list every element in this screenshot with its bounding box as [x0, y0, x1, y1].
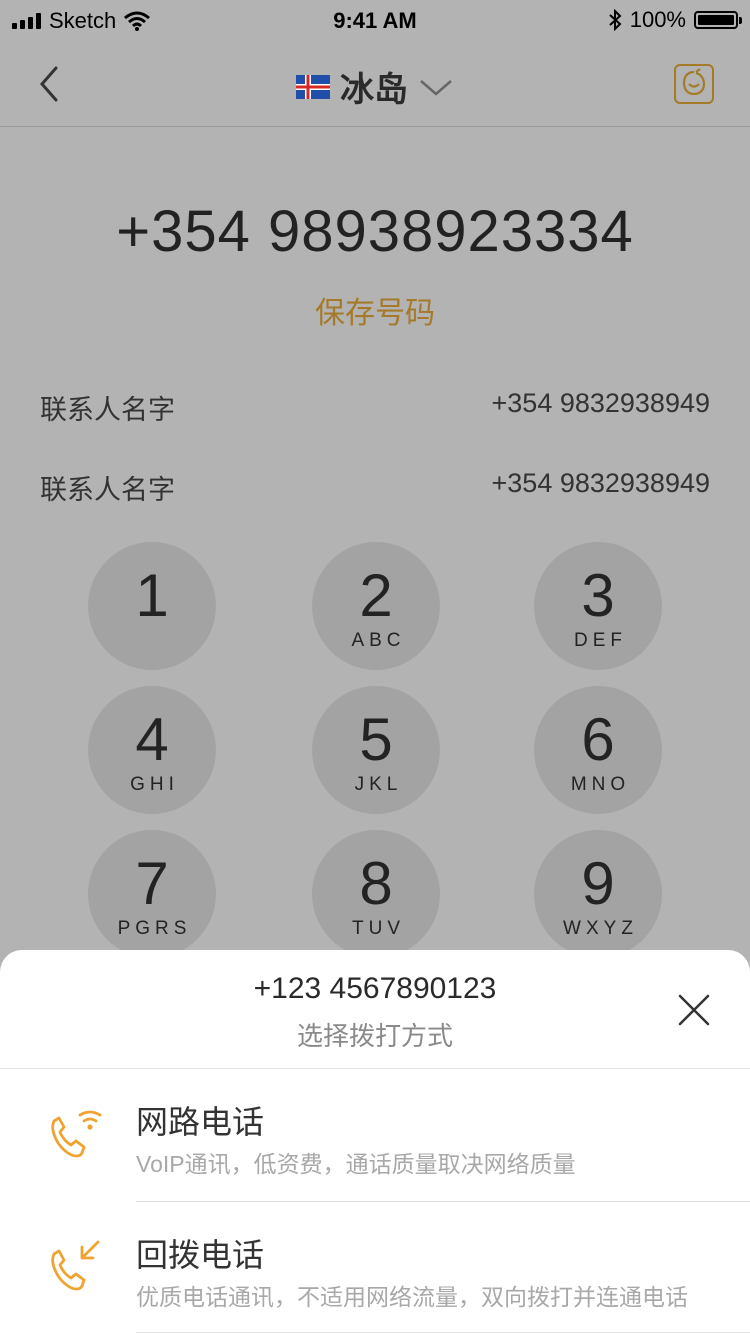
iceland-flag-icon	[296, 74, 330, 99]
voip-phone-icon	[51, 1110, 102, 1158]
keypad-key-2[interactable]: 2 ABC	[312, 542, 440, 670]
key-letters: JKL	[354, 774, 403, 795]
key-digit: 5	[359, 706, 393, 773]
key-digit: 9	[581, 850, 615, 917]
key-letters: GHI	[130, 774, 179, 795]
smile-bubble-icon	[682, 68, 706, 96]
key-letters: PGRS	[117, 918, 192, 939]
key-digit: 6	[581, 706, 615, 773]
option-callback[interactable]: 回拨电话 优质电话通讯，不适用网络流量，双向拨打并连通电话	[0, 1202, 750, 1334]
carrier-label: Sketch	[49, 8, 117, 33]
status-bar: 9:41 AM Sketch 100%	[0, 0, 750, 40]
key-digit: 1	[135, 562, 169, 629]
contact-name: 联系人名字	[40, 475, 175, 505]
keypad-key-6[interactable]: 6 MNO	[534, 686, 662, 814]
sheet-number: +123 4567890123	[253, 972, 497, 1005]
contact-number: +354 9832938949	[491, 468, 710, 498]
option-divider	[136, 1332, 750, 1333]
signal-icon	[12, 13, 41, 29]
battery-icon	[694, 11, 742, 29]
keypad-key-1[interactable]: 1	[88, 542, 216, 670]
contact-suggestion[interactable]: 联系人名字 +354 9832938949	[40, 388, 710, 428]
keypad-key-5[interactable]: 5 JKL	[312, 686, 440, 814]
key-letters: DEF	[574, 630, 627, 651]
option-title: 网路电话	[136, 1104, 265, 1140]
key-letters: WXYZ	[563, 918, 638, 939]
key-letters: ABC	[351, 630, 406, 651]
assistant-button[interactable]	[674, 64, 714, 104]
country-selector[interactable]: 冰岛	[0, 62, 750, 111]
option-description: 优质电话通讯，不适用网络流量，双向拨打并连通电话	[136, 1284, 688, 1310]
battery-percent: 100%	[629, 7, 686, 32]
call-method-sheet: +123 4567890123 选择拨打方式 网路电话 VoIP通讯，低资费，通…	[0, 950, 750, 1334]
country-name: 冰岛	[340, 71, 408, 109]
save-number-button[interactable]: 保存号码	[0, 288, 750, 332]
dialed-number: +354 98938923334	[116, 199, 634, 264]
contact-name: 联系人名字	[40, 395, 175, 425]
key-letters: TUV	[352, 918, 405, 939]
keypad-key-3[interactable]: 3 DEF	[534, 542, 662, 670]
keypad-key-4[interactable]: 4 GHI	[88, 686, 216, 814]
contact-number: +354 9832938949	[491, 388, 710, 418]
nav-bar: 冰岛	[0, 40, 750, 127]
callback-phone-icon	[51, 1240, 100, 1291]
option-description: VoIP通讯，低资费，通话质量取决网络质量	[136, 1151, 576, 1177]
option-title: 回拨电话	[136, 1237, 265, 1273]
key-digit: 3	[581, 562, 615, 629]
status-right: 100%	[608, 7, 742, 33]
sheet-subtitle: 选择拨打方式	[296, 1021, 453, 1051]
close-icon[interactable]	[676, 992, 712, 1028]
key-digit: 2	[359, 562, 393, 629]
key-digit: 8	[359, 850, 393, 917]
chevron-down-icon	[420, 79, 452, 96]
option-voip[interactable]: 网路电话 VoIP通讯，低资费，通话质量取决网络质量	[0, 1069, 750, 1201]
wifi-icon	[124, 11, 151, 31]
keypad-key-7[interactable]: 7 PGRS	[88, 830, 216, 958]
key-letters: MNO	[570, 774, 631, 795]
key-digit: 4	[135, 706, 169, 773]
status-left: Sketch	[12, 8, 151, 34]
keypad-key-9[interactable]: 9 WXYZ	[534, 830, 662, 958]
bluetooth-icon	[609, 9, 622, 31]
contact-suggestion[interactable]: 联系人名字 +354 9832938949	[40, 468, 710, 508]
key-digit: 7	[135, 850, 169, 917]
keypad-key-8[interactable]: 8 TUV	[312, 830, 440, 958]
